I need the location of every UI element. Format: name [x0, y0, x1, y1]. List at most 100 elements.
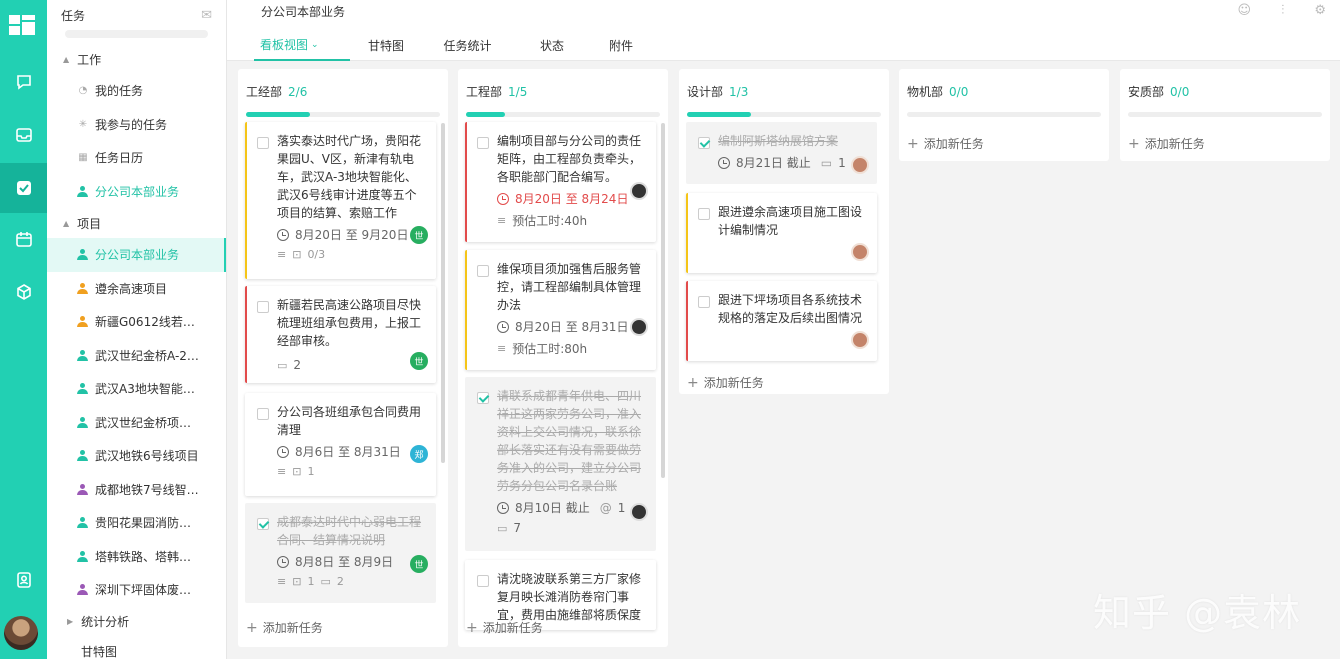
- task-checkbox[interactable]: [257, 408, 269, 420]
- task-date: 8月20日 至 9月20日: [295, 228, 409, 242]
- task-card[interactable]: 新疆若民高速公路项目尽快梳理班组承包费用，上报工经部审核。 ▭ 2 世: [245, 286, 436, 383]
- assignee-avatar[interactable]: [630, 182, 648, 200]
- column-scrollbar[interactable]: [661, 123, 665, 478]
- tab-view[interactable]: 甘特图: [350, 30, 422, 61]
- add-task-button[interactable]: + 添加新任务: [246, 619, 323, 636]
- task-checkbox[interactable]: [477, 575, 489, 587]
- assignee-avatar[interactable]: 郑: [410, 445, 428, 463]
- subtask-count: 1: [307, 575, 315, 588]
- task-checkbox[interactable]: [477, 137, 489, 149]
- sidebar-search[interactable]: [65, 30, 208, 38]
- inbox-icon[interactable]: [0, 110, 47, 160]
- app-logo-icon[interactable]: [9, 15, 35, 35]
- tab-view[interactable]: 附件: [591, 30, 651, 61]
- sidebar-project-item[interactable]: 武汉世纪金桥项…: [47, 406, 226, 440]
- add-task-button[interactable]: + 添加新任务: [687, 374, 764, 391]
- user-avatar[interactable]: [4, 616, 38, 650]
- person-icon: [77, 249, 89, 261]
- sidebar-group-stats[interactable]: ▶ 统计分析: [47, 607, 226, 637]
- sidebar-item-task-calendar[interactable]: ▦ 任务日历: [47, 141, 226, 175]
- assignee-avatar[interactable]: [630, 503, 648, 521]
- task-checkbox[interactable]: [257, 518, 269, 530]
- task-title: 跟进下坪场项目各系统技术规格的落定及后续出图情况: [718, 293, 863, 325]
- sidebar-project-item[interactable]: 武汉世纪金桥A-2…: [47, 339, 226, 373]
- assignee-avatar[interactable]: [851, 243, 869, 261]
- task-card[interactable]: 请联系成都青年供电、四川祥正这两家劳务公司，准入资料上交公司情况，联系徐部长落实…: [465, 377, 656, 551]
- app-rail: [0, 0, 47, 659]
- task-date-row: 8月20日 至 8月31日: [495, 319, 646, 335]
- task-card[interactable]: 分公司各班组承包合同费用清理 8月6日 至 8月31日 ≡ ⊡ 1 郑: [245, 393, 436, 496]
- watermark: 知乎 @袁林: [1093, 591, 1302, 635]
- tab-view[interactable]: 看板视图 ⌄: [254, 30, 350, 61]
- add-task-button[interactable]: + 添加新任务: [1128, 135, 1205, 152]
- tab-view[interactable]: 任务统计: [422, 30, 513, 61]
- assignee-avatar[interactable]: [630, 318, 648, 336]
- task-checkbox[interactable]: [477, 392, 489, 404]
- task-card[interactable]: 维保项目须加强售后服务管控，请工程部编制具体管理办法 8月20日 至 8月31日 ≡…: [465, 250, 656, 370]
- sidebar-project-item[interactable]: 武汉A3地块智能…: [47, 372, 226, 406]
- task-card[interactable]: 落实泰达时代广场，贵阳花果园U、V区，新津有轨电车，武汉A-3地块智能化、武汉6…: [245, 122, 436, 279]
- gauge-icon: ◔: [78, 85, 88, 97]
- sidebar-item-my-tasks[interactable]: ◔ 我的任务: [47, 74, 226, 108]
- column-scrollbar[interactable]: [441, 123, 445, 463]
- sidebar-item-branch-work[interactable]: 分公司本部业务: [47, 175, 226, 209]
- sidebar-project-item[interactable]: 遵余高速项目: [47, 272, 226, 306]
- task-sub-row: ≡ ⊡ 0/3: [275, 248, 426, 261]
- task-checkbox[interactable]: [698, 296, 710, 308]
- sidebar-item-label: 武汉世纪金桥A-2…: [95, 348, 199, 363]
- sidebar-title: 任务: [61, 8, 86, 23]
- column-header[interactable]: 安质部 0/0: [1120, 69, 1330, 117]
- column-header[interactable]: 设计部 1/3: [679, 69, 889, 117]
- task-checkbox[interactable]: [257, 137, 269, 149]
- task-date: 8月6日 至 8月31日: [295, 445, 401, 459]
- task-checkbox[interactable]: [698, 208, 710, 220]
- add-task-button[interactable]: + 添加新任务: [466, 619, 543, 636]
- contacts-icon[interactable]: [0, 555, 47, 605]
- sidebar-item-participating[interactable]: ✳ 我参与的任务: [47, 108, 226, 142]
- task-card[interactable]: 跟进下坪场项目各系统技术规格的落定及后续出图情况: [686, 281, 877, 361]
- task-card[interactable]: 编制阿斯塔纳展馆方案 8月21日 截止 ▭ 1: [686, 122, 877, 184]
- sidebar-project-item[interactable]: 新疆G0612线若…: [47, 305, 226, 339]
- task-card[interactable]: 跟进遵余高速项目施工图设计编制情况: [686, 193, 877, 273]
- inbox-filter-icon[interactable]: ✉: [201, 8, 212, 23]
- assignee-avatar[interactable]: 世: [410, 226, 428, 244]
- sidebar-group-gantt[interactable]: 甘特图: [47, 637, 226, 659]
- person-icon: [77, 349, 89, 361]
- task-date-row: 8月10日 截止 @1: [495, 500, 646, 516]
- task-checkbox[interactable]: [477, 265, 489, 277]
- task-checkbox[interactable]: [698, 137, 710, 149]
- sidebar-group-work[interactable]: ▲ 工作: [47, 44, 226, 74]
- column-header[interactable]: 工程部 1/5: [458, 69, 668, 117]
- task-checkbox[interactable]: [257, 301, 269, 313]
- gear-icon[interactable]: ⚙: [1314, 3, 1326, 18]
- chat-icon[interactable]: [0, 57, 47, 107]
- filter-sliders-icon[interactable]: ⫶: [1281, 3, 1284, 18]
- add-task-label: 添加新任务: [482, 621, 543, 635]
- assignee-avatar[interactable]: 世: [410, 555, 428, 573]
- sidebar-project-item[interactable]: 武汉地铁6号线项目: [47, 439, 226, 473]
- calendar-icon[interactable]: [0, 214, 47, 264]
- sidebar-project-item[interactable]: 分公司本部业务: [47, 238, 226, 272]
- add-task-button[interactable]: + 添加新任务: [907, 135, 984, 152]
- board-column: 物机部 0/0 + 添加新任务: [899, 69, 1109, 161]
- task-card[interactable]: 成都泰达时代中心弱电工程合同、结算情况说明 8月8日 至 8月9日 ≡ ⊡ 1 ▭ 2 世: [245, 503, 436, 603]
- assignee-avatar[interactable]: [851, 156, 869, 174]
- sidebar-project-item[interactable]: 深圳下坪固体废…: [47, 573, 226, 607]
- assignee-avatar[interactable]: 世: [410, 352, 428, 370]
- add-task-label: 添加新任务: [262, 621, 323, 635]
- tab-view[interactable]: 状态: [513, 30, 591, 61]
- member-icon[interactable]: ☺: [1238, 3, 1252, 18]
- cube-icon[interactable]: [0, 267, 47, 317]
- priority-stripe: [245, 286, 247, 383]
- column-header[interactable]: 物机部 0/0: [899, 69, 1109, 117]
- board-column: 设计部 1/3 编制阿斯塔纳展馆方案 8月21日 截止 ▭ 1 跟进遵余高速项目施工图设计编…: [679, 69, 889, 394]
- sidebar-project-item[interactable]: 贵阳花果园消防…: [47, 506, 226, 540]
- sidebar-group-projects[interactable]: ▲ 项目: [47, 208, 226, 238]
- sidebar-project-item[interactable]: 塔韩铁路、塔韩…: [47, 540, 226, 574]
- assignee-avatar[interactable]: [851, 331, 869, 349]
- sidebar-project-item[interactable]: 成都地铁7号线智…: [47, 473, 226, 507]
- column-header[interactable]: 工经部 2/6: [238, 69, 448, 117]
- tab-label: 任务统计: [443, 39, 492, 53]
- task-card[interactable]: 编制项目部与分公司的责任矩阵，由工程部负责牵头，各职能部门配合编写。 8月20日 …: [465, 122, 656, 242]
- task-check-icon[interactable]: [0, 163, 47, 213]
